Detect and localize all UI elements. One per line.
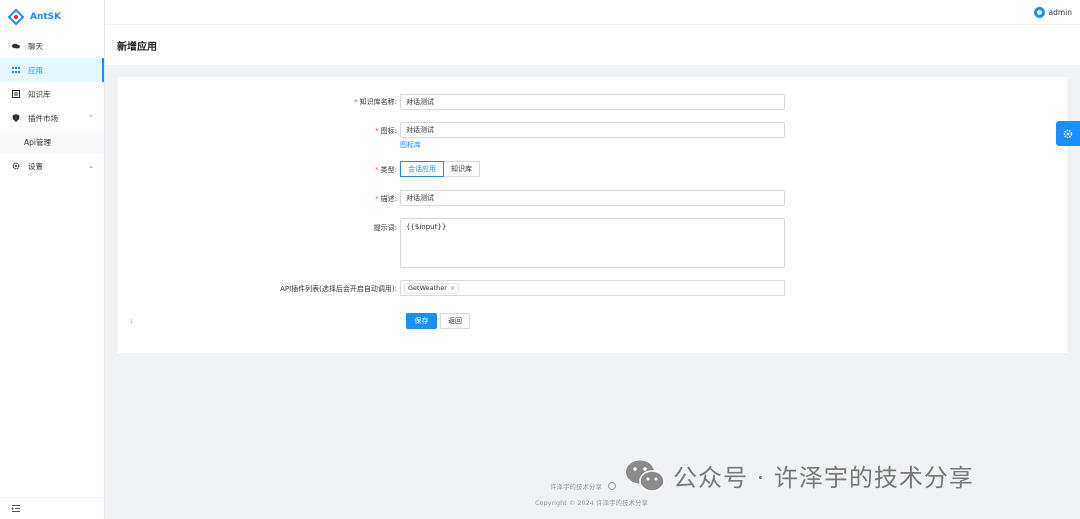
icon-label: * 图标: xyxy=(375,127,397,135)
close-icon[interactable]: × xyxy=(450,285,455,292)
gear-icon xyxy=(12,162,20,170)
sidebar-item-api[interactable]: Api管理 xyxy=(0,130,104,154)
page-title: 新增应用 xyxy=(117,41,157,53)
app-name: AntSK xyxy=(30,12,62,22)
top-header: admin xyxy=(105,0,1080,25)
api-plugins-select[interactable]: GetWeather × xyxy=(400,280,785,296)
form-card: * 知识库名称: 对话测试 * 图标: 对话测试 图标库 * 类型: 会话应用 知识库… xyxy=(118,77,1067,353)
wechat-icon xyxy=(626,460,665,492)
logo[interactable]: AntSK xyxy=(0,0,104,34)
copyright: Copyright © 2024 许泽宇的技术分享 xyxy=(535,499,649,507)
desc-input[interactable]: 对话测试 xyxy=(400,190,785,206)
sidebar-item-plugins[interactable]: 插件市场 ⌃ xyxy=(0,106,104,130)
sidebar-item-settings[interactable]: 设置 ⌄ xyxy=(0,154,104,178)
watermark: 公众号 · 许泽宇的技术分享 xyxy=(625,458,974,493)
watermark-text: 公众号 · 许泽宇的技术分享 xyxy=(673,464,974,492)
plugins-submenu: Api管理 xyxy=(0,130,104,154)
sidebar-item-label: Api管理 xyxy=(24,137,51,147)
plugin-tag: GetWeather × xyxy=(404,282,459,294)
type-option-kb[interactable]: 知识库 xyxy=(444,161,480,177)
type-segmented: 会话应用 知识库 xyxy=(400,161,480,177)
apps-icon xyxy=(12,66,20,74)
type-option-chat-app[interactable]: 会话应用 xyxy=(400,161,444,177)
menu-fold-icon xyxy=(12,505,20,512)
sidebar-item-label: 知识库 xyxy=(28,89,51,99)
sidebar-item-kb[interactable]: 知识库 xyxy=(0,82,104,106)
footer-links: 许泽宇的技术分享 xyxy=(550,481,616,491)
book-icon xyxy=(12,90,20,98)
icon-input[interactable]: 对话测试 xyxy=(400,122,785,138)
shield-icon xyxy=(12,114,20,122)
icon-library-link[interactable]: 图标库 xyxy=(400,140,421,150)
back-button[interactable]: 返回 xyxy=(440,313,470,329)
sidebar-item-apps[interactable]: 应用 xyxy=(0,58,104,82)
gear-icon xyxy=(1063,129,1073,138)
antsk-logo-icon xyxy=(8,9,24,25)
save-button[interactable]: 保存 xyxy=(406,313,437,329)
avatar[interactable] xyxy=(1033,6,1045,18)
chevron-down-icon: ⌄ xyxy=(88,162,94,170)
chat-icon xyxy=(12,42,20,50)
type-label: * 类型: xyxy=(375,166,397,174)
sidebar-item-label: 应用 xyxy=(28,65,43,75)
plugin-tag-label: GetWeather xyxy=(408,284,447,292)
sidebar: AntSK 聊天 应用 知识库 插件市场 ⌃ Api管理 设置 ⌄ xyxy=(0,0,105,519)
sidebar-item-label: 插件市场 xyxy=(28,113,58,123)
desc-label: * 描述: xyxy=(375,195,397,203)
chevron-up-icon: ⌃ xyxy=(88,114,94,122)
name-input[interactable]: 对话测试 xyxy=(400,94,785,110)
empty-label: : xyxy=(130,317,133,325)
footer-link[interactable]: 许泽宇的技术分享 xyxy=(550,481,602,491)
collapse-sidebar-button[interactable] xyxy=(0,497,104,519)
github-icon[interactable] xyxy=(608,482,616,490)
page-header: 新增应用 xyxy=(105,25,1080,65)
sidebar-item-label: 设置 xyxy=(28,161,43,171)
api-plugins-label: API插件列表(选择后会开启自动调用): xyxy=(280,285,397,293)
sidebar-item-chat[interactable]: 聊天 xyxy=(0,34,104,58)
prompt-label: 提示词: xyxy=(373,224,397,232)
user-name[interactable]: admin xyxy=(1049,8,1073,17)
settings-drawer-button[interactable] xyxy=(1056,121,1080,146)
name-label: * 知识库名称: xyxy=(354,98,397,106)
sidebar-item-label: 聊天 xyxy=(28,41,43,51)
prompt-textarea[interactable]: {{$input}} xyxy=(400,218,785,268)
